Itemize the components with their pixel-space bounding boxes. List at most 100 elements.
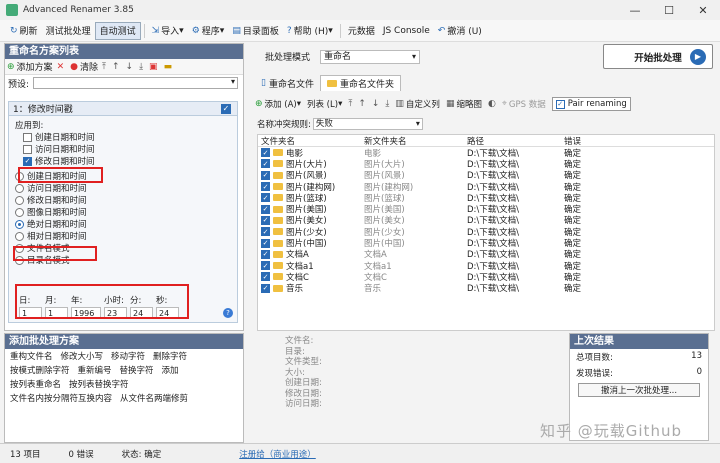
check-modified[interactable]: ✓ 修改日期和时间 <box>23 155 237 167</box>
method-link[interactable]: 移动字符 <box>111 352 145 363</box>
row-checkbox[interactable]: ✓ <box>261 159 270 169</box>
move-up-icon[interactable]: ↑ <box>358 99 366 109</box>
clear-button[interactable]: ● 清除 <box>70 60 98 74</box>
row-checkbox[interactable]: ✓ <box>261 170 270 180</box>
custom-columns-button[interactable]: ▥ 自定义列 <box>395 98 440 110</box>
gps-button[interactable]: ⌖ GPS 数据 <box>502 98 546 110</box>
folder-panel-button[interactable]: ▤ 目录面板 <box>228 22 283 40</box>
table-row[interactable]: ✓ 电影 电影 D:\下载\文档\ 确定 <box>258 147 714 158</box>
col-header-newname[interactable]: 新文件夹名 <box>361 135 464 147</box>
radio-relative[interactable]: 相对日期和时间 <box>15 230 237 242</box>
import-menu[interactable]: ⇲ 导入 ▾ <box>148 22 188 40</box>
help-menu[interactable]: ? 帮助 (H) ▾ <box>283 22 337 40</box>
maximize-icon[interactable]: ☐ <box>652 0 686 20</box>
open-icon[interactable]: ▬ <box>164 62 173 72</box>
delete-icon[interactable]: ✕ <box>57 62 65 72</box>
metadata-button[interactable]: 元数据 <box>344 22 379 40</box>
register-link[interactable]: 注册给（商业用途） <box>239 448 316 460</box>
minimize-icon[interactable]: — <box>618 0 652 20</box>
move-down-icon[interactable]: ↓ <box>126 62 134 72</box>
radio-accessed[interactable]: 访问日期和时间 <box>15 182 237 194</box>
method-enabled-checkbox[interactable]: ✓ <box>221 104 231 114</box>
move-down-icon[interactable]: ↓ <box>372 99 380 109</box>
info-icon[interactable]: ◐ <box>488 99 496 109</box>
table-row[interactable]: ✓ 音乐 音乐 D:\下载\文档\ 确定 <box>258 283 714 294</box>
radio-image[interactable]: 图像日期和时间 <box>15 206 237 218</box>
table-row[interactable]: ✓ 文档C 文档C D:\下载\文档\ 确定 <box>258 271 714 283</box>
row-checkbox[interactable]: ✓ <box>261 182 270 192</box>
method-link[interactable]: 按列表重命名 <box>10 380 61 391</box>
js-console-button[interactable]: JS Console <box>379 22 434 40</box>
table-row[interactable]: ✓ 图片(中国) 图片(中国) D:\下载\文档\ 确定 <box>258 237 714 249</box>
col-header-error[interactable]: 错误 <box>561 135 711 147</box>
row-checkbox[interactable]: ✓ <box>261 283 270 293</box>
move-bottom-icon[interactable]: ⤓ <box>385 99 389 109</box>
pair-renaming-toggle[interactable]: ✓ Pair renaming <box>551 97 631 111</box>
row-checkbox[interactable]: ✓ <box>261 148 270 158</box>
columns-icon: ▥ <box>395 99 404 109</box>
row-checkbox[interactable]: ✓ <box>261 204 270 214</box>
method-link[interactable]: 文件名内按分隔符互换内容 <box>10 394 112 405</box>
table-row[interactable]: ✓ 文档A 文档A D:\下载\文档\ 确定 <box>258 249 714 260</box>
row-checkbox[interactable]: ✓ <box>261 215 270 225</box>
row-checkbox[interactable]: ✓ <box>261 193 270 203</box>
method-link[interactable]: 删除字符 <box>153 352 187 363</box>
row-checkbox[interactable]: ✓ <box>261 272 270 282</box>
radio-modified[interactable]: 修改日期和时间 <box>15 194 237 206</box>
move-up-icon[interactable]: ↑ <box>112 62 120 72</box>
method-link[interactable]: 添加 <box>162 366 179 377</box>
file-info-panel: 文件名: 目录: 文件类型: 大小: 创建日期: 修改日期: 访问日期: <box>285 336 322 409</box>
help-icon[interactable]: ? <box>223 308 233 318</box>
table-row[interactable]: ✓ 图片(美国) 图片(美国) D:\下载\文档\ 确定 <box>258 203 714 215</box>
method-link[interactable]: 重构文件名 <box>10 352 53 363</box>
move-bottom-icon[interactable]: ⤓ <box>139 62 143 72</box>
method-link[interactable]: 替换字符 <box>120 366 154 377</box>
batch-mode-select[interactable]: 重命名 <box>320 49 421 64</box>
folder-icon <box>273 250 283 258</box>
row-checkbox[interactable]: ✓ <box>261 261 270 271</box>
radio-absolute[interactable]: 绝对日期和时间 <box>15 218 237 230</box>
method-link[interactable]: 重新编号 <box>78 366 112 377</box>
table-row[interactable]: ✓ 图片(篮球) 图片(篮球) D:\下载\文档\ 确定 <box>258 192 714 203</box>
close-icon[interactable]: ✕ <box>686 0 720 20</box>
conflict-select[interactable]: 失败 <box>312 118 423 130</box>
row-checkbox[interactable]: ✓ <box>261 227 270 237</box>
method-link[interactable]: 从文件名两端修剪 <box>120 394 188 405</box>
add-files-button[interactable]: ⊕ 添加 (A) ▾ <box>255 98 301 110</box>
method-link[interactable]: 按模式删除字符 <box>10 366 70 377</box>
check-created[interactable]: 创建日期和时间 <box>23 131 237 143</box>
check-accessed[interactable]: 访问日期和时间 <box>23 143 237 155</box>
table-row[interactable]: ✓ 图片(少女) 图片(少女) D:\下载\文档\ 确定 <box>258 226 714 237</box>
add-icon: ⊕ <box>255 99 263 109</box>
program-menu[interactable]: ⚙ 程序 ▾ <box>188 22 229 40</box>
save-icon[interactable]: ▣ <box>149 62 158 72</box>
table-row[interactable]: ✓ 图片(风景) 图片(风景) D:\下载\文档\ 确定 <box>258 170 714 181</box>
tab-rename-folders[interactable]: 重命名文件夹 <box>319 75 401 91</box>
move-top-icon[interactable]: ⤒ <box>348 99 352 109</box>
list-button[interactable]: 列表 (L) ▾ <box>307 98 342 110</box>
folder-icon <box>273 160 283 168</box>
test-batch-button[interactable]: 测试批处理 <box>42 22 95 40</box>
add-method-title: 添加批处理方案 <box>5 334 243 349</box>
table-row[interactable]: ✓ 图片(美女) 图片(美女) D:\下载\文档\ 确定 <box>258 215 714 226</box>
row-checkbox[interactable]: ✓ <box>261 238 270 248</box>
row-checkbox[interactable]: ✓ <box>261 249 270 259</box>
tab-rename-files[interactable]: ▯ 重命名文件 <box>255 75 320 91</box>
undo-last-batch-button[interactable]: 撤消上一次批处理... <box>578 383 700 397</box>
method-link[interactable]: 按列表替换字符 <box>69 380 129 391</box>
method-link[interactable]: 修改大小写 <box>61 352 104 363</box>
move-top-icon[interactable]: ⤒ <box>102 62 106 72</box>
table-row[interactable]: ✓ 图片(大片) 图片(大片) D:\下载\文档\ 确定 <box>258 158 714 170</box>
table-row[interactable]: ✓ 文档a1 文档a1 D:\下载\文档\ 确定 <box>258 260 714 271</box>
col-header-path[interactable]: 路径 <box>464 135 561 147</box>
col-header-name[interactable]: 文件夹名 <box>258 135 361 147</box>
table-row[interactable]: ✓ 图片(建构网) 图片(建构网) D:\下载\文档\ 确定 <box>258 181 714 192</box>
undo-button[interactable]: ↶ 撤消 (U) <box>434 22 486 40</box>
refresh-button[interactable]: ↻ 刷新 <box>6 22 42 40</box>
error-count: 0 <box>696 367 702 377</box>
start-batch-button[interactable]: 开始批处理 ▶ <box>603 44 713 69</box>
auto-test-button[interactable]: 自动测试 <box>94 21 141 40</box>
add-method-button[interactable]: ⊕ 添加方案 <box>7 60 53 74</box>
preset-select[interactable] <box>33 77 239 89</box>
thumbnail-button[interactable]: ▦ 缩略图 <box>446 98 482 110</box>
